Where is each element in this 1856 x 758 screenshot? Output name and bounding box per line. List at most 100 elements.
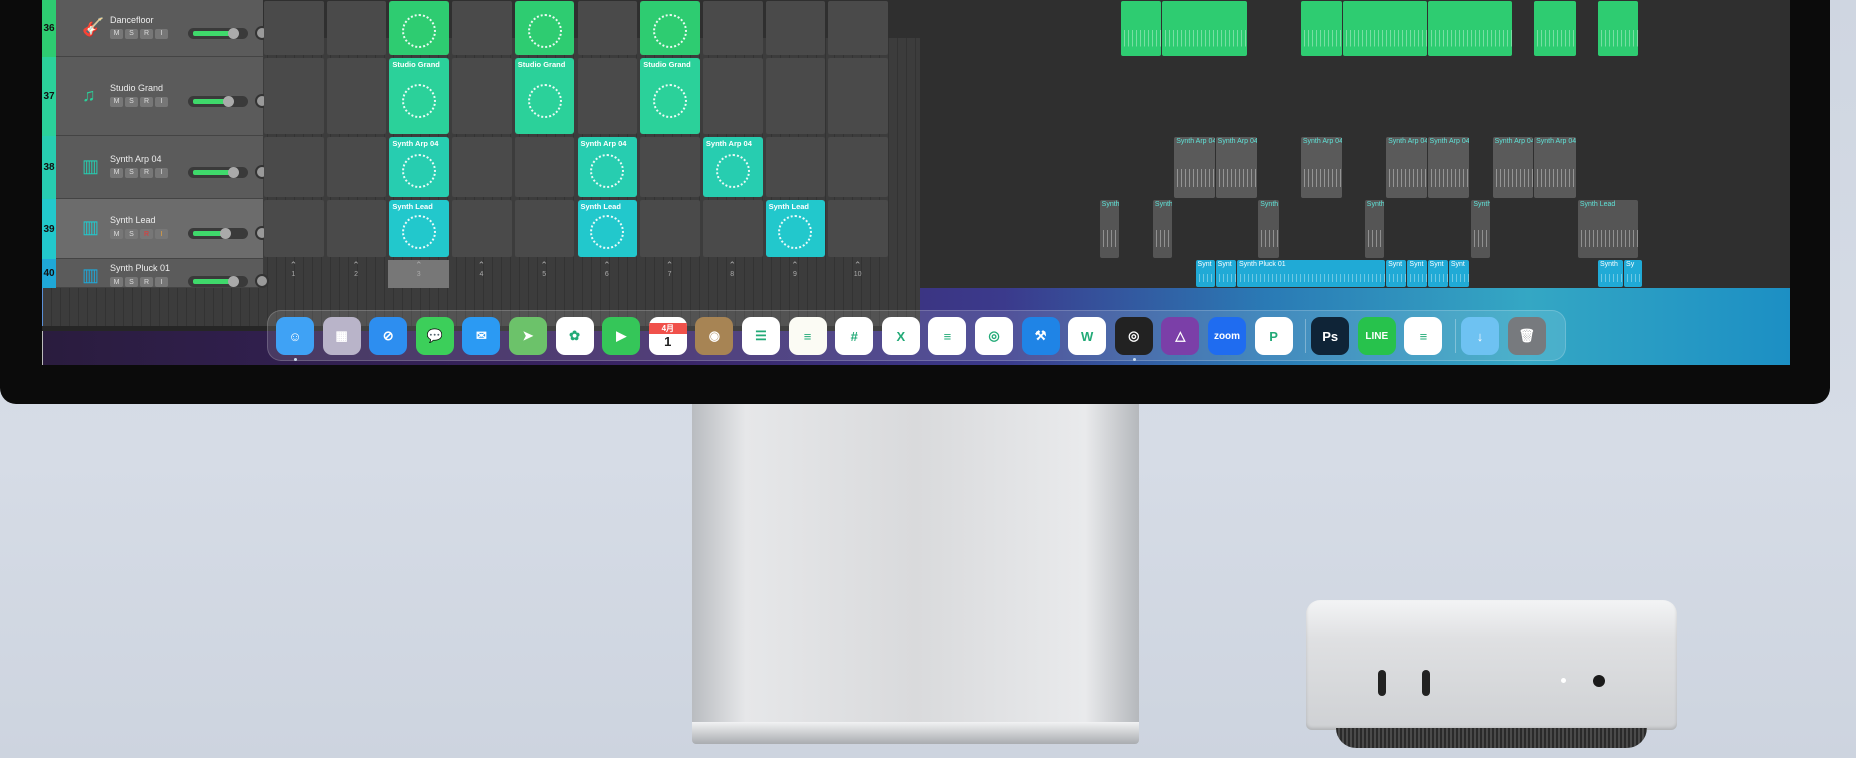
- region[interactable]: Synth: [1364, 200, 1384, 258]
- region[interactable]: [1162, 1, 1247, 56]
- live-loop-clip[interactable]: Synth Arp 04: [577, 137, 638, 197]
- downloads-folder-icon[interactable]: ↓: [1461, 317, 1499, 355]
- live-loop-cell[interactable]: [828, 58, 888, 134]
- region[interactable]: Synth Pluck 01: [1236, 260, 1386, 287]
- input-monitor-button[interactable]: I: [155, 96, 168, 107]
- live-loop-cell[interactable]: [577, 1, 638, 55]
- solo-button[interactable]: S: [125, 229, 138, 239]
- region[interactable]: Sy: [1624, 260, 1642, 287]
- region[interactable]: Synt: [1386, 260, 1407, 287]
- live-loop-cell[interactable]: [765, 1, 826, 55]
- chrome-icon[interactable]: ◎: [975, 317, 1013, 355]
- mute-button[interactable]: M: [110, 277, 123, 287]
- live-loop-cell[interactable]: [326, 58, 387, 134]
- scene-trigger[interactable]: ⌃ 10: [827, 260, 888, 288]
- track-header[interactable]: ▥ Synth Lead M S R I: [56, 199, 269, 259]
- region[interactable]: Synth Arp 04: [1492, 137, 1534, 198]
- scene-trigger[interactable]: ⌃ 7: [639, 260, 700, 288]
- line-icon[interactable]: LINE: [1357, 317, 1396, 355]
- scene-trigger[interactable]: ⌃ 6: [577, 260, 638, 288]
- live-loop-cell[interactable]: [452, 1, 512, 55]
- photoshop-icon[interactable]: Ps: [1311, 317, 1350, 355]
- region[interactable]: Synth Lead: [1577, 200, 1639, 258]
- live-loop-cell[interactable]: [264, 200, 324, 257]
- live-loop-cell[interactable]: [765, 58, 826, 134]
- logic-pro-icon[interactable]: ◎: [1114, 317, 1153, 355]
- solo-button[interactable]: S: [125, 277, 138, 287]
- region[interactable]: Synth Arp 04: [1534, 137, 1576, 198]
- finder-icon[interactable]: ☺: [276, 317, 314, 355]
- region[interactable]: [1343, 1, 1427, 56]
- live-loop-cell[interactable]: [326, 137, 387, 197]
- solo-button[interactable]: S: [125, 28, 138, 39]
- region[interactable]: Synth: [1152, 200, 1173, 258]
- google-docs-icon[interactable]: ≡: [1404, 317, 1443, 355]
- live-loop-cell[interactable]: [702, 200, 763, 257]
- region[interactable]: Synt: [1448, 260, 1470, 287]
- messages-icon[interactable]: 💬: [415, 317, 454, 355]
- scene-trigger[interactable]: ⌃ 9: [765, 260, 826, 288]
- powerpoint-icon[interactable]: P: [1254, 317, 1293, 355]
- safari-icon[interactable]: ⊘: [369, 317, 408, 355]
- zoom-icon[interactable]: zoom: [1208, 317, 1246, 355]
- live-loop-clip[interactable]: Synth Arp 04: [702, 137, 763, 197]
- scene-trigger[interactable]: ⌃ 5: [514, 260, 575, 288]
- affinity-photo-icon[interactable]: △: [1161, 317, 1200, 355]
- region[interactable]: Synth: [1471, 200, 1491, 258]
- region[interactable]: [1120, 1, 1162, 56]
- volume-fader[interactable]: [188, 95, 248, 107]
- live-loop-clip[interactable]: [389, 1, 450, 55]
- live-loop-cell[interactable]: [452, 137, 512, 197]
- slack-icon[interactable]: #: [835, 317, 874, 355]
- live-loop-cell[interactable]: [828, 137, 888, 197]
- record-enable-button[interactable]: R: [140, 96, 153, 107]
- region[interactable]: [1427, 1, 1512, 56]
- region[interactable]: Synt: [1215, 260, 1236, 287]
- live-loop-clip[interactable]: Synth Lead: [765, 200, 826, 257]
- live-loop-cell[interactable]: [264, 58, 324, 134]
- photos-icon[interactable]: ✿: [555, 317, 594, 355]
- input-monitor-button[interactable]: I: [155, 229, 168, 239]
- region[interactable]: Synt: [1195, 260, 1215, 287]
- live-loop-cell[interactable]: [452, 200, 512, 257]
- region[interactable]: Synth Arp 04: [1300, 137, 1343, 198]
- volume-fader[interactable]: [188, 166, 248, 178]
- record-enable-button[interactable]: R: [140, 277, 153, 287]
- solo-button[interactable]: S: [125, 167, 138, 178]
- scene-trigger[interactable]: ⌃ 2: [326, 260, 387, 288]
- live-loop-cell[interactable]: [577, 58, 638, 134]
- facetime-icon[interactable]: ▶: [602, 317, 641, 355]
- input-monitor-button[interactable]: I: [155, 277, 168, 287]
- fader-handle[interactable]: [222, 95, 234, 107]
- live-loop-cell[interactable]: [452, 58, 512, 134]
- region[interactable]: [1534, 1, 1576, 56]
- excel-icon[interactable]: X: [881, 317, 920, 355]
- volume-fader[interactable]: [188, 27, 248, 39]
- live-loop-cell[interactable]: [828, 200, 888, 257]
- live-loop-cell[interactable]: [702, 58, 763, 134]
- playhead[interactable]: [42, 331, 43, 365]
- live-loop-clip[interactable]: Studio Grand: [514, 58, 575, 134]
- region[interactable]: Synt: [1427, 260, 1448, 287]
- mute-button[interactable]: M: [110, 96, 123, 107]
- contacts-icon[interactable]: ◉: [695, 317, 734, 355]
- record-enable-button[interactable]: R: [140, 167, 153, 178]
- region[interactable]: [1597, 1, 1639, 56]
- live-loop-cell[interactable]: [514, 200, 575, 257]
- live-loop-cell[interactable]: [702, 1, 763, 55]
- live-loop-clip[interactable]: Synth Arp 04: [389, 137, 450, 197]
- maps-icon[interactable]: ➤: [509, 317, 547, 355]
- track-header[interactable]: 🎸 Dancefloor M S R I: [56, 0, 269, 57]
- region[interactable]: Synth: [1099, 200, 1119, 258]
- region[interactable]: [1300, 1, 1343, 56]
- region[interactable]: Synt: [1407, 260, 1427, 287]
- live-loop-cell[interactable]: [264, 137, 324, 197]
- mute-button[interactable]: M: [110, 229, 123, 239]
- track-header[interactable]: ▥ Synth Arp 04 M S R I: [56, 136, 269, 199]
- region[interactable]: Synth Arp 04: [1427, 137, 1470, 198]
- fader-handle[interactable]: [227, 27, 239, 39]
- fader-handle[interactable]: [227, 166, 239, 178]
- live-loop-cell[interactable]: [264, 1, 324, 55]
- live-loop-cell[interactable]: [326, 1, 387, 55]
- fader-handle[interactable]: [227, 276, 239, 287]
